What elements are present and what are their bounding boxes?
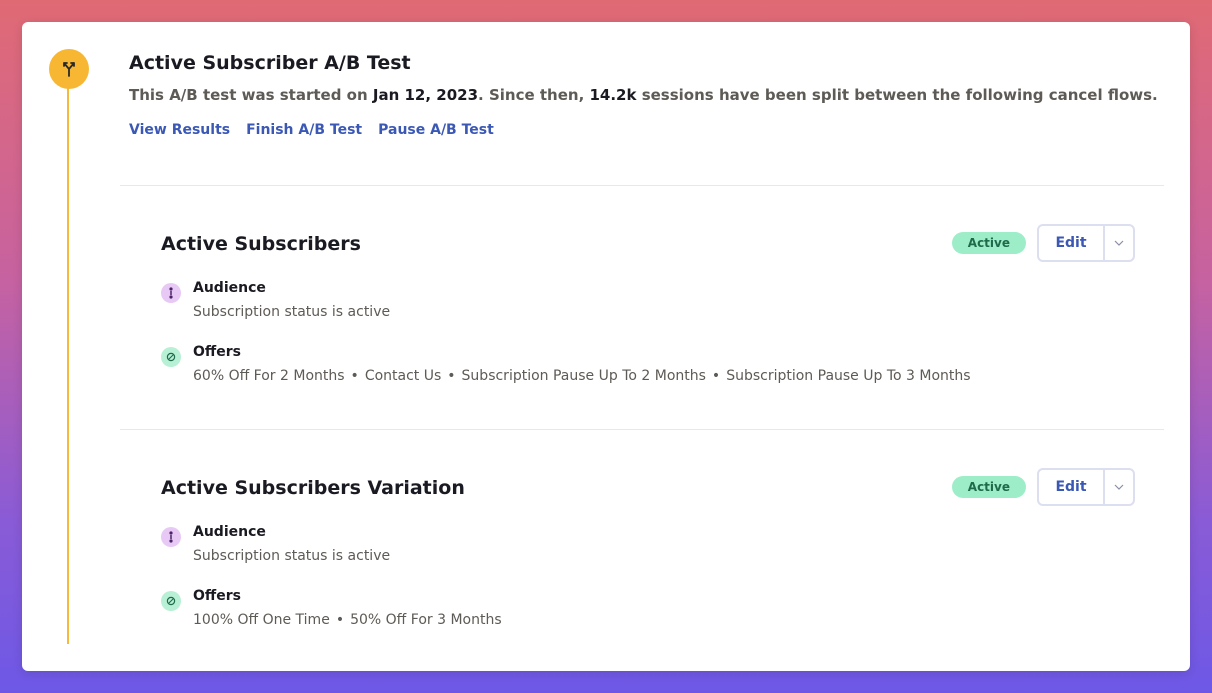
split-arrows-icon — [49, 49, 89, 89]
test-description: This A/B test was started on Jan 12, 202… — [129, 85, 1170, 105]
edit-button[interactable]: Edit — [1039, 470, 1105, 504]
audience-text: Subscription status is active — [193, 304, 391, 320]
edit-button[interactable]: Edit — [1039, 226, 1105, 260]
offers-icon — [161, 347, 181, 367]
offers-row: Offers 100% Off One Time • 50% Off For 3 M… — [161, 587, 1135, 630]
offers-list: 100% Off One Time • 50% Off For 3 Months — [193, 611, 502, 630]
offers-label: Offers — [193, 588, 241, 604]
page-title: Active Subscriber A/B Test — [129, 52, 411, 74]
timeline-line — [67, 88, 69, 644]
description-prefix: This A/B test was started on — [129, 86, 373, 104]
start-date: Jan 12, 2023 — [372, 86, 479, 104]
test-header: Active Subscriber A/B Test This A/B test… — [129, 50, 1170, 138]
view-results-link[interactable]: View Results — [129, 122, 230, 138]
separator: • — [350, 368, 359, 384]
audience-text: Subscription status is active — [193, 548, 391, 564]
edit-button-group: Edit — [1037, 468, 1135, 506]
finish-test-link[interactable]: Finish A/B Test — [246, 122, 362, 138]
audience-row: Audience Subscription status is active — [161, 523, 1135, 566]
status-badge: Active — [951, 232, 1026, 254]
audience-row: Audience Subscription status is active — [161, 279, 1135, 322]
divider — [120, 185, 1164, 186]
offers-list: 60% Off For 2 Months • Contact Us • Subscrip… — [193, 367, 971, 386]
offer-item: 100% Off One Time — [193, 612, 330, 628]
offers-row: Offers 60% Off For 2 Months • Contact Us • S… — [161, 343, 1135, 386]
test-actions: View Results Finish A/B Test Pause A/B T… — [129, 122, 1170, 138]
offer-item: 50% Off For 3 Months — [350, 612, 502, 628]
separator: • — [447, 368, 456, 384]
offers-icon — [161, 591, 181, 611]
chevron-down-icon[interactable] — [1105, 226, 1133, 260]
separator: • — [711, 368, 721, 384]
status-badge: Active — [951, 476, 1026, 498]
flow-actions: Active Edit — [951, 224, 1135, 262]
description-suffix: sessions have been split between the fol… — [636, 86, 1158, 104]
ab-test-card: Active Subscriber A/B Test This A/B test… — [22, 22, 1190, 671]
offer-item: Subscription Pause Up To 2 Months — [461, 368, 706, 384]
session-count: 14.2k — [589, 86, 637, 104]
offer-item: Subscription Pause Up To 3 Months — [726, 368, 971, 384]
divider — [120, 429, 1164, 430]
offers-label: Offers — [193, 344, 241, 360]
separator: • — [335, 612, 345, 628]
audience-icon — [161, 283, 181, 303]
flow-actions: Active Edit — [951, 468, 1135, 506]
audience-icon — [161, 527, 181, 547]
chevron-down-icon[interactable] — [1105, 470, 1133, 504]
offer-item: Contact Us — [364, 368, 442, 384]
pause-test-link[interactable]: Pause A/B Test — [378, 122, 494, 138]
flow-card: Active Subscribers Active Edit Audience … — [161, 224, 1135, 386]
audience-label: Audience — [193, 524, 266, 540]
offer-item: 60% Off For 2 Months — [193, 368, 345, 384]
audience-label: Audience — [193, 280, 266, 296]
description-mid: . Since then, — [478, 86, 590, 104]
flow-card: Active Subscribers Variation Active Edit… — [161, 468, 1135, 630]
edit-button-group: Edit — [1037, 224, 1135, 262]
